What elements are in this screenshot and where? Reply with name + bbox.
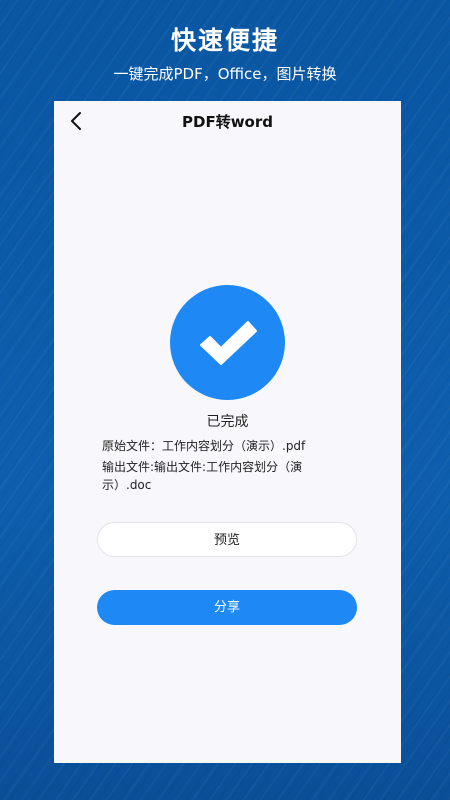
preview-button[interactable]: 预览 [97,522,357,557]
nav-bar: PDF转word [54,101,401,143]
checkmark-icon [199,320,257,365]
page-title: PDF转word [182,113,273,131]
success-badge [170,285,285,400]
status-text: 已完成 [206,414,249,430]
chevron-left-icon [71,112,81,130]
share-button[interactable]: 分享 [97,590,357,625]
phone-screen: PDF转word 已完成 原始文件：工作内容划分（演示）.pdf 输出文件:输出… [54,101,401,763]
output-file-text: 输出文件:输出文件:工作内容划分（演示）.doc [102,460,303,492]
back-button[interactable] [64,109,88,133]
promo-subtitle: 一键完成PDF，Office，图片转换 [113,65,337,83]
promo-title: 快速便捷 [170,26,279,55]
source-file-text: 原始文件：工作内容划分（演示）.pdf [102,439,306,453]
